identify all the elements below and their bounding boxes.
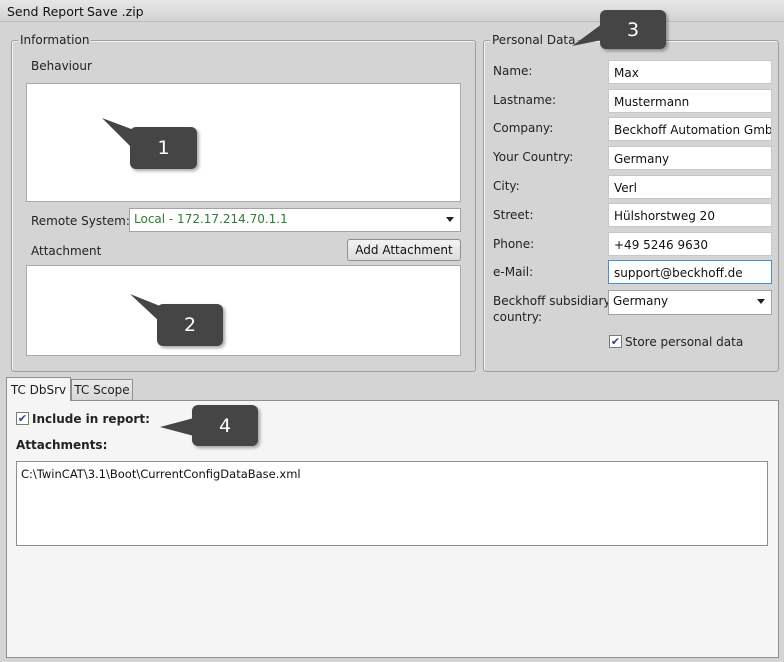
attachment-list[interactable] (26, 265, 461, 356)
city-field[interactable]: Verl (608, 175, 772, 199)
add-attachment-button[interactable]: Add Attachment (347, 239, 461, 261)
behaviour-textbox[interactable] (26, 83, 461, 202)
attachment-path-item[interactable]: C:\TwinCAT\3.1\Boot\CurrentConfigDataBas… (21, 467, 301, 481)
attachment-label: Attachment (31, 244, 102, 258)
city-label: City: (493, 179, 520, 193)
tab-tc-dbsrv[interactable]: TC DbSrv (6, 377, 71, 401)
store-personal-data-label: Store personal data (625, 335, 744, 349)
phone-label: Phone: (493, 237, 535, 251)
subsidiary-label-line2: country: (493, 310, 543, 324)
street-label: Street: (493, 208, 534, 222)
subsidiary-label-line1: Beckhoff subsidiary (493, 294, 611, 308)
street-field[interactable]: Hülshorstweg 20 (608, 203, 772, 227)
subsidiary-dropdown[interactable]: Germany (608, 290, 772, 315)
behaviour-label: Behaviour (31, 59, 92, 73)
remote-system-dropdown[interactable]: Local - 172.17.214.70.1.1 (129, 208, 461, 232)
callout-2: 2 (157, 304, 223, 346)
menu-save-zip[interactable]: Save .zip (87, 4, 144, 19)
remote-system-value: Local - 172.17.214.70.1.1 (134, 212, 288, 226)
callout-3: 3 (600, 10, 666, 49)
callout-4: 4 (192, 405, 258, 446)
checkmark-icon: ✔ (610, 335, 621, 348)
attachments-label: Attachments: (16, 438, 108, 452)
lastname-label: Lastname: (493, 93, 557, 107)
email-label: e-Mail: (493, 265, 534, 279)
attachments-list[interactable]: C:\TwinCAT\3.1\Boot\CurrentConfigDataBas… (16, 461, 768, 546)
personal-data-legend: Personal Data (490, 33, 578, 48)
company-field[interactable]: Beckhoff Automation GmbH (608, 117, 772, 141)
phone-field[interactable]: +49 5246 9630 (608, 232, 772, 256)
information-legend: Information (18, 33, 92, 48)
subsidiary-value: Germany (613, 294, 669, 308)
menu-bar: Send Report Save .zip (0, 0, 784, 22)
email-field[interactable]: support@beckhoff.de (608, 260, 772, 284)
company-label: Company: (493, 121, 554, 135)
callout-1: 1 (130, 127, 197, 169)
chevron-down-icon (446, 217, 454, 222)
menu-send-report[interactable]: Send Report (7, 4, 84, 19)
lastname-field[interactable]: Mustermann (608, 89, 772, 113)
tab-tc-scope[interactable]: TC Scope (71, 379, 133, 400)
checkmark-icon: ✔ (17, 412, 28, 425)
remote-system-label: Remote System: (31, 214, 130, 228)
include-in-report-label: Include in report: (32, 412, 150, 426)
name-label: Name: (493, 64, 533, 78)
chevron-down-icon (757, 299, 765, 304)
country-field[interactable]: Germany (608, 146, 772, 170)
country-label: Your Country: (493, 150, 574, 164)
name-field[interactable]: Max (608, 60, 772, 84)
store-personal-data-checkbox[interactable]: ✔ (609, 335, 622, 348)
include-in-report-checkbox[interactable]: ✔ (16, 412, 29, 425)
